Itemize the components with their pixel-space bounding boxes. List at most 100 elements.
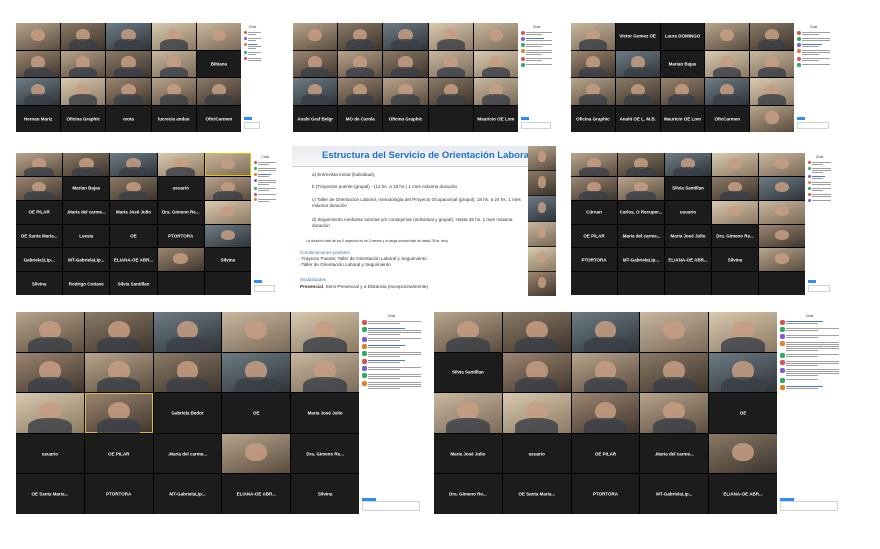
video-tile[interactable] <box>63 153 110 176</box>
video-tile[interactable]: usuario <box>502 433 571 474</box>
video-tile[interactable]: ELIANA-OE ABR... <box>110 248 157 272</box>
video-tile[interactable] <box>473 50 518 77</box>
video-tile[interactable] <box>571 78 615 105</box>
video-tile[interactable]: MO de Carola <box>338 105 383 132</box>
video-tile[interactable] <box>528 196 556 221</box>
video-tile[interactable] <box>204 200 251 224</box>
video-tile[interactable] <box>571 153 617 176</box>
send-button[interactable] <box>521 117 529 120</box>
video-tile[interactable]: Silvia Santillan <box>665 176 711 200</box>
video-tile[interactable] <box>84 352 153 393</box>
video-tile[interactable]: Silvia Santillan <box>110 272 157 295</box>
video-tile[interactable] <box>759 200 805 224</box>
video-tile[interactable] <box>16 153 63 176</box>
video-tile[interactable]: Dra. Gimeno Re... <box>157 200 204 224</box>
video-tile[interactable] <box>640 352 709 393</box>
video-tile[interactable]: Anahi Graf Belgr <box>293 105 338 132</box>
video-tile[interactable] <box>759 153 805 176</box>
video-tile[interactable] <box>151 78 196 105</box>
send-button[interactable] <box>254 280 262 283</box>
video-tile[interactable]: OE Santa Maria... <box>16 474 84 514</box>
video-tile[interactable]: usuario <box>16 433 84 474</box>
video-tile[interactable] <box>571 393 640 433</box>
video-tile[interactable]: MT-GabrielaLip... <box>153 474 222 514</box>
video-tile[interactable]: Silvina <box>291 474 359 514</box>
video-tile[interactable]: Dra. Gimeno Re... <box>434 474 502 514</box>
video-tile[interactable]: Oficina Graphic <box>571 105 615 132</box>
video-tile[interactable] <box>106 78 151 105</box>
video-tile[interactable] <box>615 78 660 105</box>
video-tile[interactable] <box>428 50 473 77</box>
send-button[interactable] <box>808 280 816 283</box>
video-tile[interactable] <box>759 272 805 295</box>
video-tile[interactable] <box>16 393 84 433</box>
video-tile[interactable] <box>709 352 777 393</box>
video-tile[interactable] <box>151 50 196 77</box>
video-tile[interactable] <box>712 272 758 295</box>
video-tile[interactable] <box>750 78 794 105</box>
video-tile[interactable] <box>153 352 222 393</box>
video-tile[interactable] <box>61 50 106 77</box>
video-tile[interactable] <box>16 312 84 352</box>
video-tile[interactable] <box>222 312 291 352</box>
video-tile[interactable]: .Maria del carme... <box>63 200 110 224</box>
video-tile[interactable] <box>196 78 241 105</box>
video-tile[interactable] <box>106 23 151 50</box>
video-tile[interactable] <box>291 352 359 393</box>
video-tile[interactable] <box>759 248 805 272</box>
video-tile[interactable]: mota <box>106 105 151 132</box>
video-tile[interactable]: MT-GabrielaLip... <box>618 248 664 272</box>
video-tile[interactable] <box>157 248 204 272</box>
video-tile[interactable] <box>293 50 338 77</box>
video-tile[interactable]: Cúrnan <box>571 200 617 224</box>
video-tile[interactable]: OE <box>709 393 777 433</box>
video-tile[interactable] <box>153 312 222 352</box>
video-tile[interactable] <box>618 272 664 295</box>
send-button[interactable] <box>244 117 252 120</box>
chat-input[interactable] <box>521 122 551 129</box>
video-tile[interactable] <box>434 393 502 433</box>
video-tile[interactable] <box>640 312 709 352</box>
video-tile[interactable]: Marian Bajas <box>63 176 110 200</box>
video-tile[interactable]: PTORTORA <box>571 474 640 514</box>
video-tile[interactable]: Silvina <box>204 248 251 272</box>
video-tile[interactable]: Maria José Julio <box>291 393 359 433</box>
video-tile[interactable] <box>528 146 556 171</box>
video-tile[interactable] <box>338 78 383 105</box>
video-tile[interactable]: Oficina Graphic <box>61 105 106 132</box>
chat-input[interactable] <box>797 122 829 129</box>
video-tile[interactable] <box>502 352 571 393</box>
chat-input[interactable] <box>780 501 838 511</box>
video-tile[interactable] <box>528 221 556 246</box>
video-tile[interactable] <box>705 78 750 105</box>
chat-input[interactable] <box>808 285 830 292</box>
video-tile[interactable] <box>151 23 196 50</box>
video-tile[interactable] <box>571 176 617 200</box>
video-tile[interactable]: OE <box>110 224 157 248</box>
video-tile[interactable] <box>16 176 63 200</box>
video-tile[interactable] <box>665 153 711 176</box>
video-tile[interactable] <box>528 246 556 271</box>
video-tile[interactable] <box>473 23 518 50</box>
video-tile[interactable]: Carlos. O Recuper... <box>618 200 664 224</box>
video-tile[interactable] <box>750 23 794 50</box>
video-tile[interactable]: .Maria del carme... <box>618 224 664 248</box>
video-tile[interactable]: Marian Bajas <box>660 50 705 77</box>
video-tile[interactable] <box>665 272 711 295</box>
video-tile[interactable] <box>222 433 291 474</box>
video-tile[interactable] <box>571 352 640 393</box>
video-tile[interactable]: OE Santa Maria... <box>16 224 63 248</box>
chat-input[interactable] <box>244 122 260 129</box>
video-tile[interactable]: MT-GabrielaLip... <box>63 248 110 272</box>
video-tile[interactable]: Maria José Julio <box>665 224 711 248</box>
video-tile[interactable] <box>110 153 157 176</box>
video-tile[interactable]: Anahi OE L. M.B. <box>615 105 660 132</box>
video-tile[interactable]: ELIANA-OE ABR... <box>665 248 711 272</box>
video-tile[interactable] <box>204 224 251 248</box>
video-tile[interactable] <box>293 23 338 50</box>
video-tile[interactable] <box>196 23 241 50</box>
video-tile[interactable] <box>106 50 151 77</box>
video-tile[interactable]: Dra. Gimeno Re... <box>712 224 758 248</box>
video-tile[interactable] <box>502 393 571 433</box>
video-tile[interactable]: PTORTORA <box>84 474 153 514</box>
